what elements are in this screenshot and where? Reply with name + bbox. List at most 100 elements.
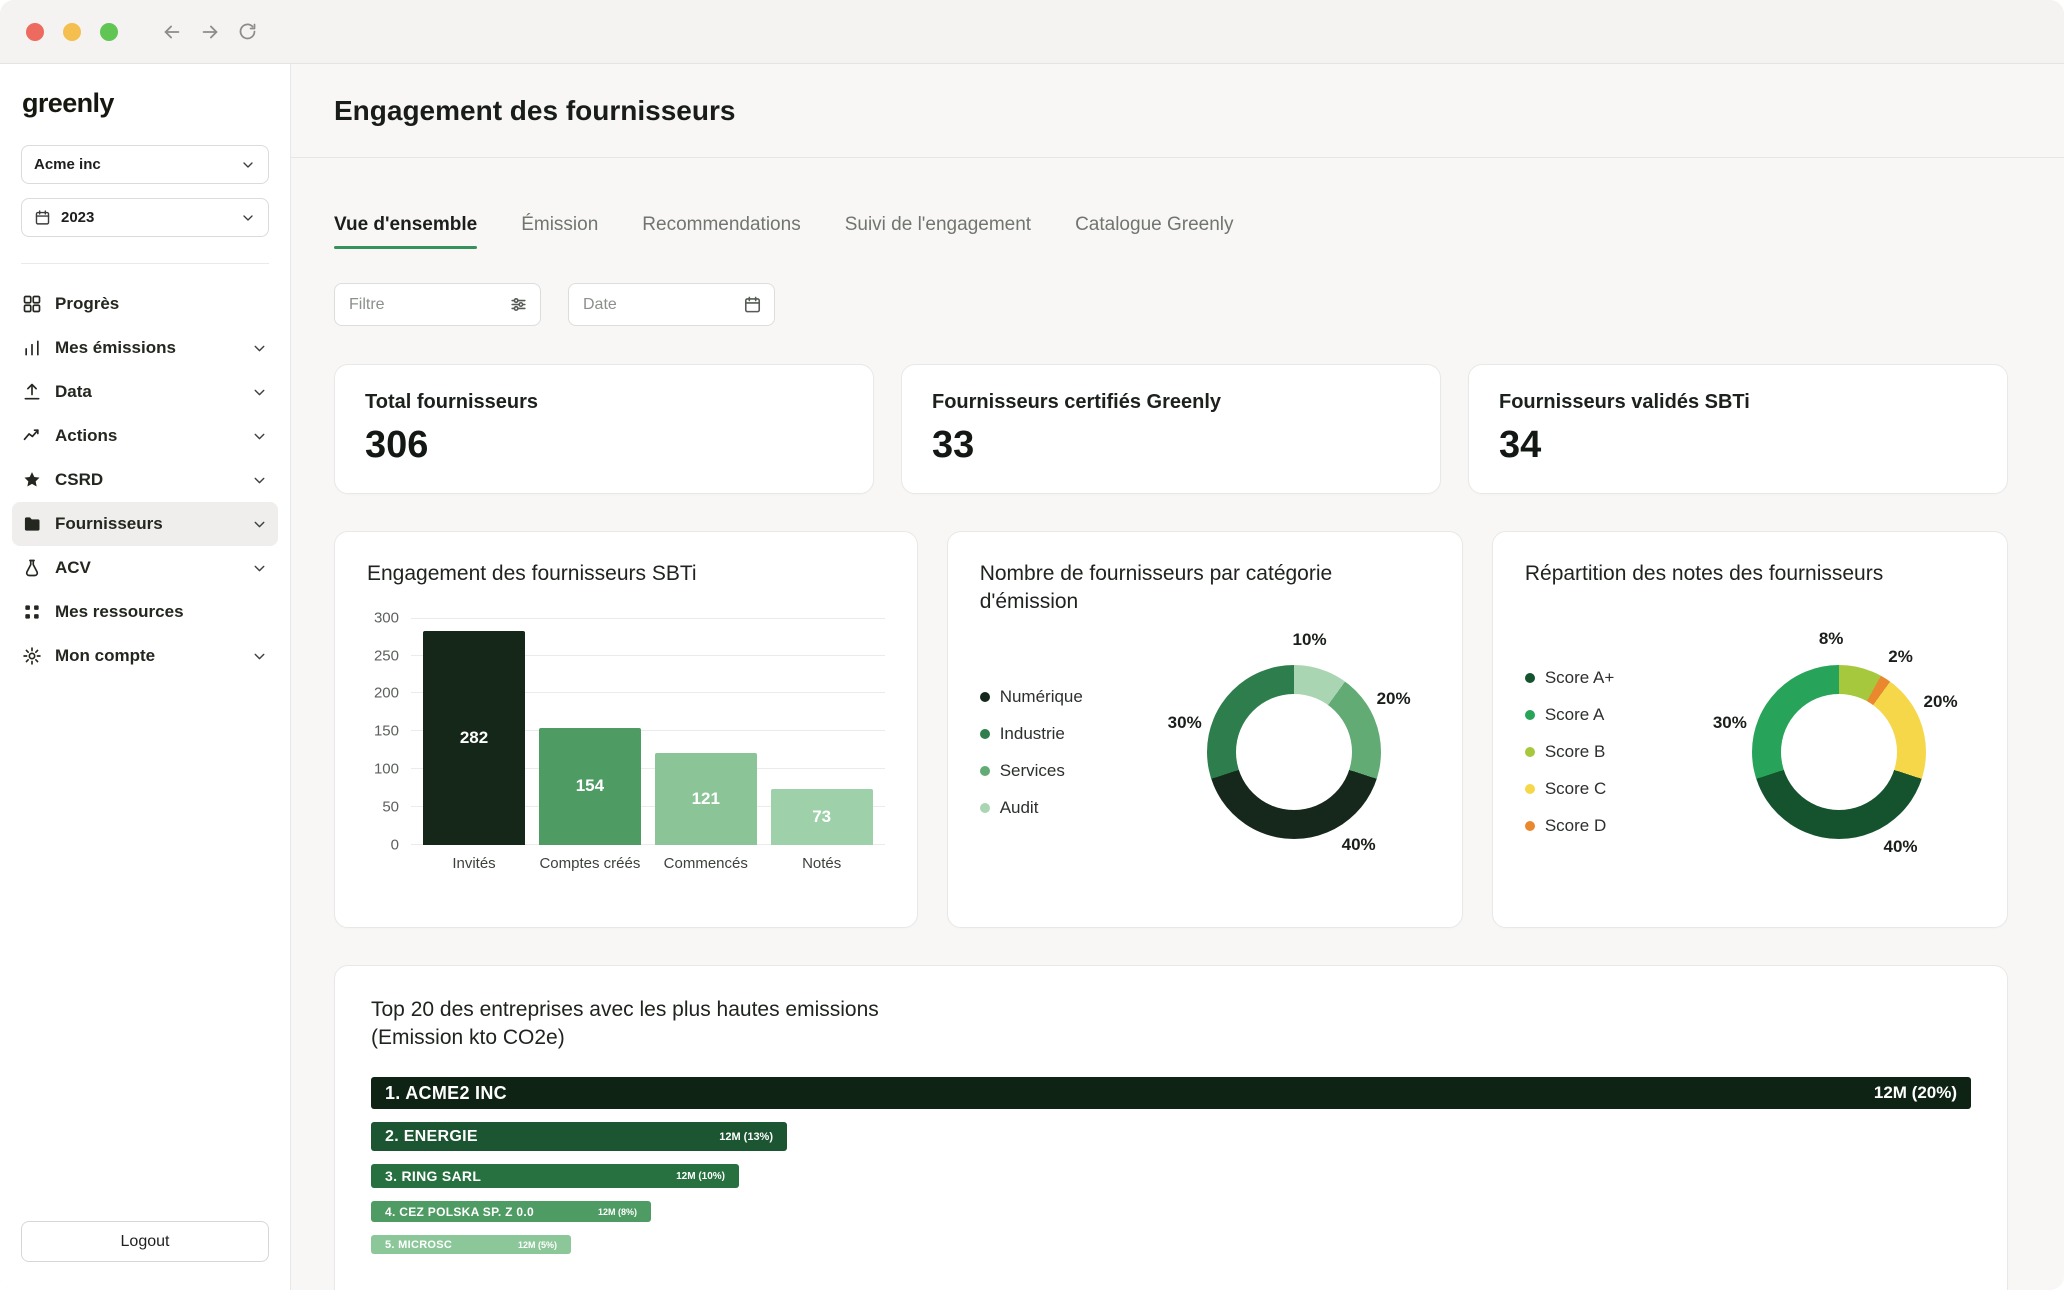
calendar-icon xyxy=(744,296,761,313)
chevron-down-icon-wrap xyxy=(240,210,256,226)
y-tick-label: 100 xyxy=(373,760,399,778)
bar-column: 154 xyxy=(538,618,641,845)
date-input-wrap xyxy=(568,283,775,326)
date-input[interactable] xyxy=(581,294,735,315)
sidebar-item-label: Fournisseurs xyxy=(55,514,163,533)
legend-dot-icon xyxy=(979,802,990,813)
tab-emission[interactable]: Émission xyxy=(521,214,598,249)
scores-donut-card: Répartition des notes des fournisseurs S… xyxy=(1491,531,2008,928)
legend-dot-icon xyxy=(1524,821,1535,831)
y-tick-label: 250 xyxy=(373,647,399,665)
sidebar-item-acv[interactable]: ACV xyxy=(12,546,278,590)
legend-label: Audit xyxy=(999,797,1039,817)
legend-dot-icon xyxy=(979,728,990,739)
back-button[interactable] xyxy=(161,21,183,43)
donut-percent-label: 20% xyxy=(1376,688,1411,708)
donut-percent-label: 30% xyxy=(1167,712,1202,732)
sidebar-item-mon-compte[interactable]: Mon compte xyxy=(12,634,278,678)
minimize-button[interactable] xyxy=(63,22,81,41)
top-bar-name: 4. CEZ POLSKA SP. Z 0.0 xyxy=(385,1204,534,1219)
legend-label: Score B xyxy=(1544,742,1606,761)
stat-card-label: Total fournisseurs xyxy=(365,391,538,413)
sidebar-item-label: CSRD xyxy=(55,470,104,489)
category-donut-title: Nombre de fournisseurs par catégorie d'é… xyxy=(979,562,1333,613)
arrow-left-icon xyxy=(164,25,180,38)
sidebar-item-mes-emissions[interactable]: Mes émissions xyxy=(12,326,278,370)
upload-icon xyxy=(24,383,40,400)
top-emissions-card: Top 20 des entreprises avec les plus hau… xyxy=(334,965,2008,1290)
y-tick-label: 300 xyxy=(373,609,399,627)
page-header: Engagement des fournisseurs xyxy=(291,64,2064,158)
sidebar: greenly Acme inc 2023 Progrès Mes émissio… xyxy=(0,64,291,1290)
top-bar-name: 3. RING SARL xyxy=(385,1168,482,1185)
x-axis-label: Comptes créés xyxy=(539,854,641,872)
legend-label: Score C xyxy=(1544,779,1607,798)
stat-card-value: 306 xyxy=(365,424,429,466)
stat-card-label: Fournisseurs certifiés Greenly xyxy=(932,391,1222,413)
scores-donut-area: Score A+ Score A Score B Score C Score D 8% 2%… xyxy=(1524,622,1975,882)
sidebar-item-progres[interactable]: Progrès xyxy=(12,282,278,326)
chevron-down-icon xyxy=(254,389,265,395)
sidebar-item-actions[interactable]: Actions xyxy=(12,414,278,458)
reload-icon xyxy=(239,23,256,40)
sidebar-item-mes-ressources[interactable]: Mes ressources xyxy=(12,590,278,634)
sidebar-item-fournisseurs[interactable]: Fournisseurs xyxy=(12,502,278,546)
legend-item-score-a: Score A xyxy=(1524,705,1675,725)
stat-card-value: 33 xyxy=(932,424,975,466)
reload-button[interactable] xyxy=(237,21,258,43)
page-content: Vue d'ensemble Émission Recommendations Sui… xyxy=(291,214,2064,1290)
top-bar-name: 5. MICROSC xyxy=(385,1238,453,1251)
sidebar-item-data[interactable]: Data xyxy=(12,370,278,414)
year-selector[interactable]: 2023 xyxy=(21,198,269,237)
stat-cards-row: Total fournisseurs 306 Fournisseurs certif… xyxy=(334,364,2008,494)
filter-input[interactable] xyxy=(347,294,501,315)
chevron-down-icon xyxy=(243,214,253,221)
legend-dot-icon xyxy=(979,765,990,776)
zoom-button[interactable] xyxy=(100,22,118,41)
legend-item-numerique: Numérique xyxy=(979,686,1130,707)
browser-nav xyxy=(161,21,258,43)
tab-catalogue-greenly[interactable]: Catalogue Greenly xyxy=(1075,214,1233,249)
donut-hole xyxy=(1781,694,1897,810)
legend-dot-icon xyxy=(1524,747,1535,757)
close-button[interactable] xyxy=(26,22,44,41)
bar-chart-y-axis: 300 250 200 150 100 50 0 xyxy=(367,609,411,853)
legend-dot-icon xyxy=(1524,710,1535,720)
calendar-icon-wrap xyxy=(34,209,51,226)
legend-item-audit: Audit xyxy=(979,797,1130,818)
stat-card-fournisseurs-certifies-greenly: Fournisseurs certifiés Greenly 33 xyxy=(901,364,1441,494)
donut-hole xyxy=(1235,694,1352,810)
legend-label: Numérique xyxy=(999,686,1083,706)
bar-chart-x-labels: Invités Comptes créés Commencés Notés xyxy=(411,855,885,874)
tab-vue-d-ensemble[interactable]: Vue d'ensemble xyxy=(334,214,478,249)
sliders-icon-wrap xyxy=(509,295,528,314)
category-donut-card: Nombre de fournisseurs par catégorie d'é… xyxy=(946,531,1463,928)
stat-card-fournisseurs-valides-sbti: Fournisseurs validés SBTi 34 xyxy=(1468,364,2008,494)
chevron-down-icon xyxy=(254,521,265,527)
bar-column: 73 xyxy=(770,618,873,845)
bar-value-label: 154 xyxy=(575,776,605,796)
company-selector[interactable]: Acme inc xyxy=(21,145,269,184)
sidebar-item-label: Mes émissions xyxy=(55,338,176,357)
stat-card-value: 34 xyxy=(1499,424,1542,466)
tab-suivi-de-l-engagement[interactable]: Suivi de l'engagement xyxy=(845,214,1031,249)
legend-label: Score D xyxy=(1544,816,1607,835)
chevron-down-icon-wrap xyxy=(240,157,256,173)
year-selector-value: 2023 xyxy=(61,209,95,226)
legend-dot-icon xyxy=(1524,784,1535,794)
donut-percent-label: 30% xyxy=(1712,712,1747,732)
logout-button[interactable]: Logout xyxy=(21,1221,269,1262)
scores-donut-title: Répartition des notes des fournisseurs xyxy=(1524,562,1884,585)
top-bar-value: 12M (5%) xyxy=(517,1239,557,1250)
bar-chart: 300 250 200 150 100 50 0 282 154 121 73 xyxy=(367,609,885,853)
donut-percent-label: 40% xyxy=(1883,836,1918,856)
tab-recommendations[interactable]: Recommendations xyxy=(642,214,800,249)
sidebar-item-csrd[interactable]: CSRD xyxy=(12,458,278,502)
charts-row: Engagement des fournisseurs SBTi 300 250 2… xyxy=(334,531,2008,928)
top-emissions-bar-1: 1. ACME2 INC 12M (20%) xyxy=(371,1077,1971,1110)
sidebar-item-label: Mes ressources xyxy=(55,602,184,621)
forward-button[interactable] xyxy=(199,21,221,43)
x-axis-label: Notés xyxy=(802,854,842,872)
chevron-down-icon xyxy=(254,433,265,439)
legend-item-industrie: Industrie xyxy=(979,724,1130,744)
